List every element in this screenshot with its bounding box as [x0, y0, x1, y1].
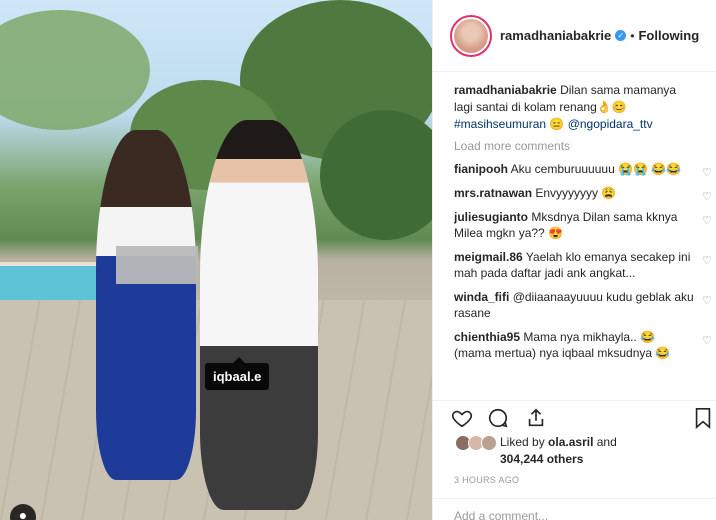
post-header: ramadhaniabakrie ✓ • Following — [433, 0, 716, 72]
comment-username[interactable]: chienthia95 — [454, 330, 520, 344]
post-panel: ramadhaniabakrie ✓ • Following ramadhani… — [432, 0, 716, 520]
photo-user-tag[interactable]: iqbaal.e — [205, 357, 270, 390]
heart-icon[interactable]: ♡ — [702, 189, 714, 203]
load-more-comments[interactable]: Load more comments — [454, 139, 716, 153]
heart-icon[interactable]: ♡ — [702, 213, 714, 227]
caption-emoji: 😑 — [549, 117, 565, 131]
heart-icon[interactable]: ♡ — [702, 253, 714, 267]
list-item: chienthia95 Mama nya mikhayla.. 😂 (mama … — [454, 329, 712, 361]
caption-username[interactable]: ramadhaniabakrie — [454, 83, 557, 97]
pool — [0, 262, 110, 302]
bookmark-icon[interactable] — [693, 407, 713, 433]
man-figure — [200, 120, 318, 510]
post-photo[interactable]: iqbaal.e ● — [0, 0, 432, 520]
comment-username[interactable]: winda_fifi — [454, 290, 509, 304]
avatar — [481, 435, 497, 451]
list-item: juliesugianto Mksdnya Dilan sama kknya M… — [454, 209, 712, 241]
post-time: 3 HOURS AGO — [454, 475, 520, 485]
caption: ramadhaniabakrie Dilan sama mamanya lagi… — [454, 82, 686, 133]
following-button[interactable]: Following — [638, 28, 699, 43]
censor-blur — [116, 246, 198, 284]
comment-username[interactable]: mrs.ratnawan — [454, 186, 532, 200]
comment-username[interactable]: juliesugianto — [454, 210, 528, 224]
caption-hashtag[interactable]: #masihseumuran — [454, 117, 546, 131]
list-item: winda_fifi @diiaanaayuuuu kudu geblak ak… — [454, 289, 712, 321]
action-bar — [433, 400, 716, 434]
heart-icon[interactable]: ♡ — [702, 333, 714, 347]
list-item: fianipooh Aku cemburuuuuuu 😭😭 😂😂 ♡ — [454, 161, 712, 179]
separator-dot: • — [630, 28, 635, 43]
avatar[interactable] — [450, 14, 492, 57]
likes-and: and — [596, 435, 617, 449]
heart-icon[interactable] — [451, 407, 473, 433]
comments-list: ramadhaniabakrie Dilan sama mamanya lagi… — [454, 82, 716, 392]
heart-icon[interactable]: ♡ — [702, 165, 714, 179]
comment-text: Envyyyyyyy 😩 — [535, 186, 617, 200]
comment-icon[interactable] — [487, 407, 509, 433]
woman-figure — [96, 130, 196, 480]
comment-username[interactable]: meigmail.86 — [454, 250, 523, 264]
verified-badge-icon: ✓ — [615, 30, 627, 41]
likes-prefix: Liked by — [500, 435, 545, 449]
comment-text: Aku cemburuuuuuu 😭😭 😂😂 — [510, 162, 682, 176]
header-username[interactable]: ramadhaniabakrie — [500, 28, 611, 43]
likes-summary: Liked by ola.asril and 304,244 others — [455, 434, 617, 468]
comment-username[interactable]: fianipooh — [454, 162, 508, 176]
heart-icon[interactable]: ♡ — [702, 293, 714, 307]
share-icon[interactable] — [525, 407, 547, 433]
liker-avatars — [455, 435, 497, 451]
comment-input[interactable]: Add a comment... — [433, 498, 716, 520]
list-item: meigmail.86 Yaelah klo emanya secakep in… — [454, 249, 712, 281]
likes-count[interactable]: 304,244 others — [500, 452, 583, 466]
caption-mention[interactable]: @ngopidara_ttv — [568, 117, 653, 131]
list-item: mrs.ratnawan Envyyyyyyy 😩 ♡ — [454, 185, 712, 203]
likes-user[interactable]: ola.asril — [548, 435, 593, 449]
